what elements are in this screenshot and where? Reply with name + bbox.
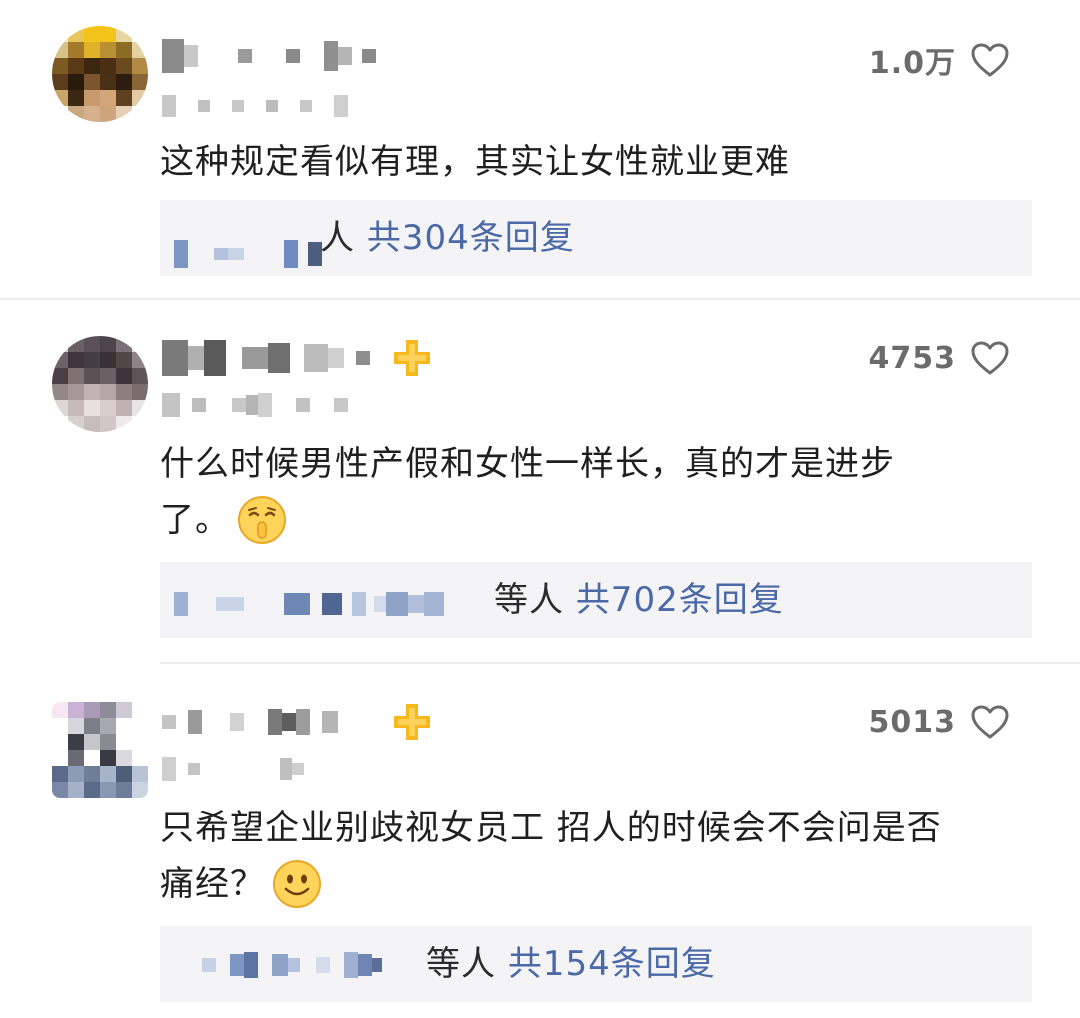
- comment-meta-mosaic: [162, 94, 348, 118]
- replier-names-mosaic: [174, 592, 444, 616]
- comment-text: 什么时候男性产假和女性一样长，真的才是进步 了。: [160, 436, 1040, 548]
- shush-face-icon: [238, 496, 286, 544]
- comment-item: 4753 什么时候男性产假和女性一样长，真的才是进步 了。 等人 共702条回复: [0, 300, 1080, 664]
- comment-text-line: 这种规定看似有理，其实让女性就业更难: [160, 142, 790, 182]
- like-area[interactable]: 4753: [869, 340, 1011, 376]
- reply-summary[interactable]: 等人 共154条回复: [160, 926, 1032, 1002]
- heart-outline-icon[interactable]: [970, 42, 1010, 78]
- comment-text-line: 只希望企业别歧视女员工 招人的时候会不会问是否: [160, 808, 942, 848]
- plus-badge-icon: [394, 340, 430, 376]
- view-replies-link[interactable]: 共304条回复: [367, 218, 575, 258]
- reply-users-suffix: 等人: [494, 580, 564, 620]
- like-count: 1.0万: [868, 46, 956, 81]
- reply-summary[interactable]: 人 共304条回复: [160, 200, 1032, 276]
- comment-text-line: 了。: [160, 500, 230, 540]
- reply-users-suffix: 等人: [426, 944, 496, 984]
- view-replies-link[interactable]: 共154条回复: [508, 944, 716, 984]
- reply-summary-text: 等人 共154条回复: [426, 926, 716, 1002]
- reply-users-suffix: 人: [320, 218, 355, 258]
- username-mosaic[interactable]: [162, 704, 338, 740]
- comment-item: 5013 只希望企业别歧视女员工 招人的时候会不会问是否 痛经？ 等人 共154…: [0, 664, 1080, 1018]
- comment-meta-mosaic: [162, 392, 348, 418]
- reply-summary-text: 等人 共702条回复: [494, 562, 784, 638]
- heart-outline-icon[interactable]: [970, 340, 1010, 376]
- user-avatar[interactable]: [52, 702, 148, 798]
- comment-meta-mosaic: [162, 756, 304, 782]
- reply-summary[interactable]: 等人 共702条回复: [160, 562, 1032, 638]
- view-replies-link[interactable]: 共702条回复: [576, 580, 784, 620]
- user-avatar[interactable]: [52, 26, 148, 122]
- username-mosaic[interactable]: [162, 38, 376, 74]
- like-area[interactable]: 1.0万: [869, 38, 1010, 82]
- user-avatar[interactable]: [52, 336, 148, 432]
- reply-summary-text: 人 共304条回复: [320, 200, 575, 276]
- comment-text: 只希望企业别歧视女员工 招人的时候会不会问是否 痛经？: [160, 800, 1040, 912]
- username-mosaic[interactable]: [162, 338, 370, 378]
- smile-face-icon: [273, 860, 321, 908]
- comment-text-line: 什么时候男性产假和女性一样长，真的才是进步: [160, 444, 895, 484]
- replier-names-mosaic: [174, 952, 382, 978]
- comment-text-line: 痛经？: [160, 864, 265, 904]
- replier-names-mosaic: [174, 240, 322, 268]
- plus-badge-icon: [394, 704, 430, 740]
- like-area[interactable]: 5013: [869, 704, 1011, 740]
- comment-item: 1.0万 这种规定看似有理，其实让女性就业更难 人 共304条回复: [0, 0, 1080, 300]
- comment-text: 这种规定看似有理，其实让女性就业更难: [160, 134, 1040, 190]
- like-count: 4753: [868, 340, 956, 376]
- heart-outline-icon[interactable]: [970, 704, 1010, 740]
- like-count: 5013: [868, 704, 956, 740]
